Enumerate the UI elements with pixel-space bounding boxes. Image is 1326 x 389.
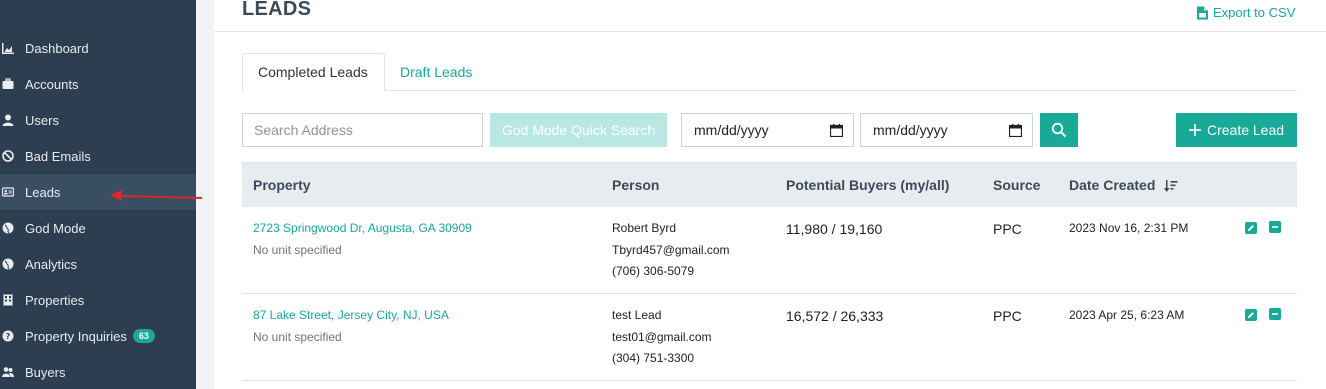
person-phone: (304) 751-3300: [612, 351, 695, 365]
unit-text: No unit specified: [253, 329, 342, 344]
person-email: Tbyrd457@gmail.com: [612, 242, 730, 257]
lead-source: PPC: [993, 221, 1022, 237]
date-from-value: mm/dd/yyyy: [694, 122, 769, 138]
column-header-potential-buyers[interactable]: Potential Buyers (my/all): [786, 177, 949, 193]
sidebar-item-label: Analytics: [25, 256, 78, 272]
sidebar-item-label: Dashboard: [25, 40, 89, 56]
sidebar-item-label: Properties: [25, 292, 85, 308]
table-row: 87 Lake Street, Jersey City, NJ, USA No …: [242, 294, 1297, 381]
property-address-link[interactable]: 87 Lake Street, Jersey City, NJ, USA: [253, 305, 449, 327]
question-circle-icon: ?: [2, 330, 14, 342]
date-to-input[interactable]: mm/dd/yyyy: [860, 113, 1033, 147]
column-header-date-created-label: Date Created: [1069, 177, 1156, 193]
person-phone: (706) 306-5079: [612, 264, 695, 278]
sidebar-item-accounts[interactable]: Accounts: [0, 66, 196, 102]
globe-icon: [2, 222, 14, 234]
sidebar-item-label: Leads: [25, 184, 61, 200]
edit-button[interactable]: [1245, 222, 1257, 234]
unit-text: No unit specified: [253, 242, 342, 257]
export-csv-link[interactable]: Export to CSV: [1196, 5, 1295, 20]
date-from-input[interactable]: mm/dd/yyyy: [681, 113, 854, 147]
edit-button[interactable]: [1245, 309, 1257, 321]
sidebar-item-users[interactable]: Users: [0, 102, 196, 138]
column-header-source[interactable]: Source: [993, 177, 1040, 193]
sidebar-item-label: Buyers: [25, 364, 66, 380]
minus-icon: [1272, 226, 1278, 228]
remove-button[interactable]: [1269, 308, 1281, 320]
column-header-person[interactable]: Person: [612, 177, 659, 193]
god-mode-quick-search-button[interactable]: God Mode Quick Search: [490, 113, 667, 147]
sidebar-item-properties[interactable]: Properties: [0, 282, 196, 318]
create-lead-button[interactable]: Create Lead: [1176, 113, 1297, 147]
id-card-icon: [2, 186, 14, 198]
sidebar-item-analytics[interactable]: Analytics: [0, 246, 196, 282]
sidebar-item-label: Bad Emails: [25, 148, 91, 164]
header-divider: [214, 31, 1326, 32]
briefcase-icon: [2, 78, 14, 90]
calendar-icon[interactable]: [830, 123, 843, 137]
sidebar-item-bad-emails[interactable]: Bad Emails: [0, 138, 196, 174]
calendar-icon[interactable]: [1009, 123, 1022, 137]
edit-icon: [1248, 312, 1254, 318]
sidebar-item-label: Accounts: [25, 76, 79, 92]
sidebar-item-buyers[interactable]: Buyers: [0, 354, 196, 389]
inquiries-count-badge: 63: [132, 329, 155, 343]
tab-completed-leads[interactable]: Completed Leads: [242, 53, 385, 91]
date-created: 2023 Apr 25, 6:23 AM: [1069, 308, 1185, 322]
potential-buyers: 11,980 / 19,160: [786, 221, 883, 237]
date-created: 2023 Nov 16, 2:31 PM: [1069, 221, 1189, 235]
sidebar-item-god-mode[interactable]: God Mode: [0, 210, 196, 246]
chart-area-icon: [2, 42, 14, 54]
potential-buyers: 16,572 / 26,333: [786, 308, 884, 324]
search-address-input[interactable]: [242, 113, 483, 147]
page-title: LEADS: [242, 0, 312, 20]
property-address-link[interactable]: 2723 Springwood Dr, Augusta, GA 30909: [253, 218, 472, 240]
create-lead-label: Create Lead: [1206, 122, 1285, 138]
export-csv-label: Export to CSV: [1213, 5, 1296, 20]
date-to-value: mm/dd/yyyy: [873, 122, 948, 138]
file-csv-icon: [1197, 6, 1208, 19]
plus-icon: [1188, 124, 1201, 136]
svg-text:?: ?: [6, 332, 11, 341]
minus-icon: [1272, 313, 1278, 315]
tab-draft-leads[interactable]: Draft Leads: [385, 53, 487, 91]
ban-icon: [2, 150, 14, 162]
sidebar-item-property-inquiries[interactable]: ? Property Inquiries 63: [0, 318, 196, 354]
person-name: Robert Byrd: [612, 221, 677, 235]
person-email: test01@gmail.com: [612, 329, 712, 344]
users-icon: [2, 366, 14, 378]
sidebar-item-label: Users: [25, 112, 59, 128]
annotation-arrow: [110, 190, 203, 201]
globe-icon: [2, 258, 14, 270]
column-header-date-created[interactable]: Date Created: [1069, 177, 1178, 193]
table-header: Property Person Potential Buyers (my/all…: [242, 162, 1297, 207]
sidebar-item-dashboard[interactable]: Dashboard: [0, 30, 196, 66]
person-name: test Lead: [612, 308, 662, 322]
sidebar-item-label: God Mode: [25, 220, 86, 236]
sidebar-item-label: Property Inquiries: [25, 328, 127, 344]
edit-icon: [1248, 225, 1254, 231]
building-icon: [2, 294, 14, 306]
user-icon: [2, 114, 14, 126]
table-row: 2723 Springwood Dr, Augusta, GA 30909 No…: [242, 207, 1297, 294]
search-button[interactable]: [1040, 113, 1078, 147]
remove-button[interactable]: [1269, 221, 1281, 233]
sort-desc-icon[interactable]: [1164, 180, 1178, 193]
lead-source: PPC: [993, 308, 1022, 324]
search-icon: [1051, 122, 1067, 138]
main-content: LEADS Export to CSV Completed Leads Draf…: [214, 0, 1326, 389]
column-header-property[interactable]: Property: [253, 177, 311, 193]
